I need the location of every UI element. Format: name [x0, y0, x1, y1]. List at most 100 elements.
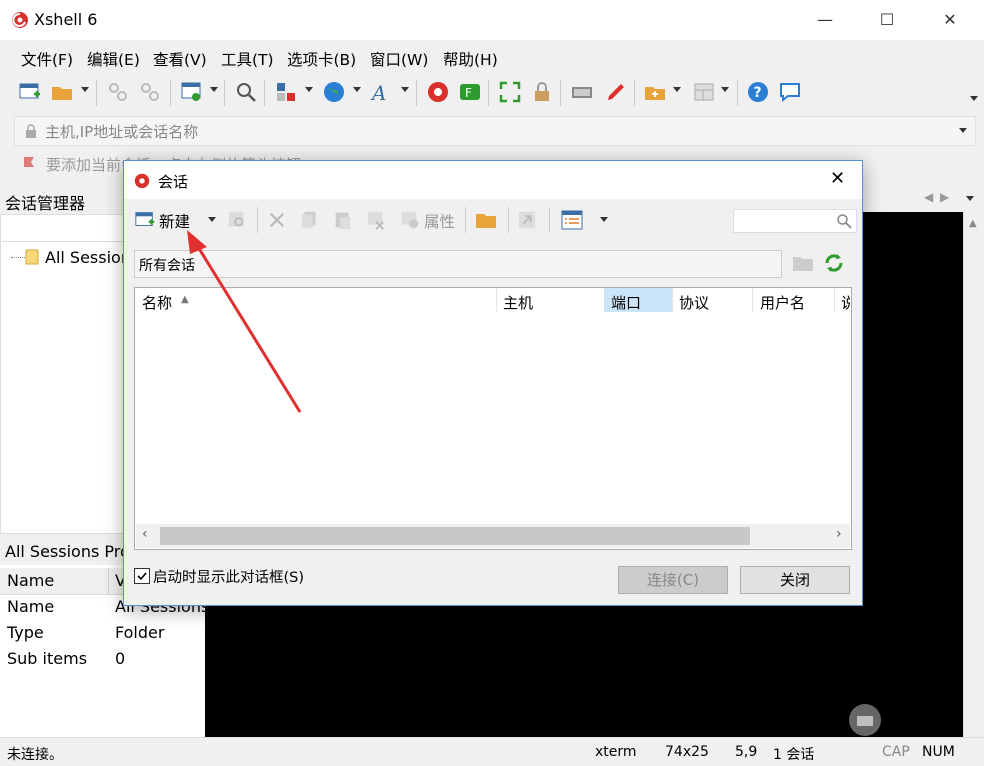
font-icon[interactable]: A [370, 80, 394, 104]
scroll-right-icon[interactable]: › [836, 526, 842, 542]
properties-dropdown-icon[interactable] [210, 87, 218, 92]
open-folder-icon[interactable] [474, 209, 498, 231]
fullscreen-icon[interactable] [498, 80, 522, 104]
open-dropdown-icon[interactable] [81, 87, 89, 92]
toolbar-overflow-icon[interactable] [970, 96, 978, 101]
checkmark-icon [137, 572, 147, 581]
maximize-button[interactable]: ☐ [877, 10, 897, 30]
open-folder-icon[interactable] [50, 80, 74, 104]
search-session-icon[interactable] [226, 209, 248, 231]
view-mode-icon[interactable] [560, 209, 584, 231]
menu-tabs[interactable]: 选项卡(B) [287, 48, 356, 70]
status-bar: 未连接。 xterm 74x25 5,9 1 会话 CAP NUM [0, 737, 984, 766]
lock-icon[interactable] [530, 80, 554, 104]
add-session-arrow-icon[interactable] [22, 155, 40, 173]
search-icon [837, 214, 852, 229]
chat-icon[interactable] [778, 80, 802, 104]
new-dropdown-icon[interactable] [208, 217, 216, 222]
horizontal-scrollbar[interactable]: ‹ › [136, 524, 850, 548]
toolbar-separator [224, 80, 225, 106]
menu-window[interactable]: 窗口(W) [370, 48, 428, 70]
menu-view[interactable]: 查看(V) [153, 48, 207, 70]
minimize-button[interactable]: — [815, 10, 835, 30]
globe-dropdown-icon[interactable] [353, 87, 361, 92]
transfer-icon[interactable] [274, 80, 298, 104]
address-bar[interactable]: 主机,IP地址或会话名称 [14, 116, 976, 146]
dialog-close-button[interactable]: 关闭 [740, 566, 850, 594]
prop-subitems-label: Sub items [7, 649, 88, 668]
menu-tools[interactable]: 工具(T) [221, 48, 274, 70]
new-session-icon[interactable] [134, 209, 156, 231]
tab-list-dropdown-icon[interactable] [966, 196, 974, 201]
column-header-name[interactable]: 名称 [142, 292, 172, 313]
column-separator [752, 288, 753, 312]
reconnect-icon[interactable] [106, 80, 130, 104]
prop-type-value: Folder [115, 623, 165, 642]
address-dropdown-icon[interactable] [959, 128, 967, 133]
properties-icon[interactable] [399, 209, 421, 231]
svg-text:?: ? [754, 85, 762, 101]
shortcut-icon[interactable] [516, 209, 538, 231]
session-manager-title: 会话管理器 [5, 194, 86, 213]
folder-icon [25, 249, 39, 265]
delete-icon[interactable] [365, 209, 387, 231]
scroll-up-icon[interactable]: ▲ [969, 218, 977, 229]
session-path-bar: 所有会话 [134, 250, 782, 278]
layout-dropdown-icon[interactable] [721, 87, 729, 92]
menu-help[interactable]: 帮助(H) [443, 48, 498, 70]
column-header-description-clip: 说明 [838, 288, 850, 312]
cut-icon[interactable] [266, 209, 288, 231]
close-button[interactable]: ✕ [940, 10, 960, 30]
session-properties-icon[interactable] [180, 80, 204, 104]
prop-subitems-value: 0 [115, 649, 126, 668]
tab-scroll-right-icon[interactable]: ▶ [940, 190, 949, 204]
xftp-icon[interactable]: F [458, 80, 482, 104]
main-toolbar: A F ? [0, 74, 984, 112]
view-mode-dropdown-icon[interactable] [600, 217, 608, 222]
disconnect-icon[interactable] [138, 80, 162, 104]
copy-icon[interactable] [299, 209, 321, 231]
column-header-host[interactable]: 主机 [503, 292, 533, 313]
toolbar-separator [264, 80, 265, 106]
terminal-scrollbar[interactable]: ▲ [963, 212, 984, 737]
keyboard-icon[interactable] [570, 80, 594, 104]
column-header-description[interactable]: 说明 [841, 292, 850, 312]
scrollbar-thumb[interactable] [160, 527, 750, 545]
show-on-startup-label[interactable]: 启动时显示此对话框(S) [153, 566, 304, 587]
dialog-search-input[interactable] [733, 209, 857, 233]
column-header-username[interactable]: 用户名 [760, 292, 805, 313]
toolbar-separator [170, 80, 171, 106]
new-session-icon[interactable] [18, 80, 42, 104]
xshell-icon[interactable] [426, 80, 450, 104]
toolbar-separator [416, 80, 417, 106]
font-dropdown-icon[interactable] [401, 87, 409, 92]
column-header-protocol[interactable]: 协议 [679, 292, 709, 313]
toolbar-separator [488, 80, 489, 106]
paste-icon[interactable] [332, 209, 354, 231]
highlight-icon[interactable] [604, 80, 628, 104]
properties-button[interactable]: 属性 [424, 210, 455, 232]
scroll-left-icon[interactable]: ‹ [142, 526, 148, 542]
globe-icon[interactable] [322, 80, 346, 104]
layout-icon[interactable] [692, 80, 716, 104]
toolbar-separator [96, 80, 97, 106]
help-icon[interactable]: ? [746, 80, 770, 104]
refresh-icon[interactable] [823, 252, 845, 274]
new-button[interactable]: 新建 [159, 210, 190, 232]
column-name[interactable]: Name [7, 571, 54, 590]
find-icon[interactable] [234, 80, 258, 104]
transfer-dropdown-icon[interactable] [305, 87, 313, 92]
dialog-close-icon[interactable]: ✕ [830, 168, 845, 189]
column-header-port[interactable]: 端口 [611, 292, 641, 313]
menu-file[interactable]: 文件(F) [21, 48, 73, 70]
connect-button[interactable]: 连接(C) [618, 566, 728, 594]
tab-scroll-left-icon[interactable]: ◀ [924, 190, 933, 204]
column-separator [108, 568, 109, 594]
prop-name-label: Name [7, 597, 55, 616]
show-on-startup-checkbox[interactable] [134, 568, 150, 584]
up-folder-icon[interactable] [792, 253, 814, 273]
toolbar-separator [560, 80, 561, 106]
new-folder-icon[interactable] [643, 80, 667, 104]
menu-edit[interactable]: 编辑(E) [87, 48, 140, 70]
folder-dropdown-icon[interactable] [673, 87, 681, 92]
